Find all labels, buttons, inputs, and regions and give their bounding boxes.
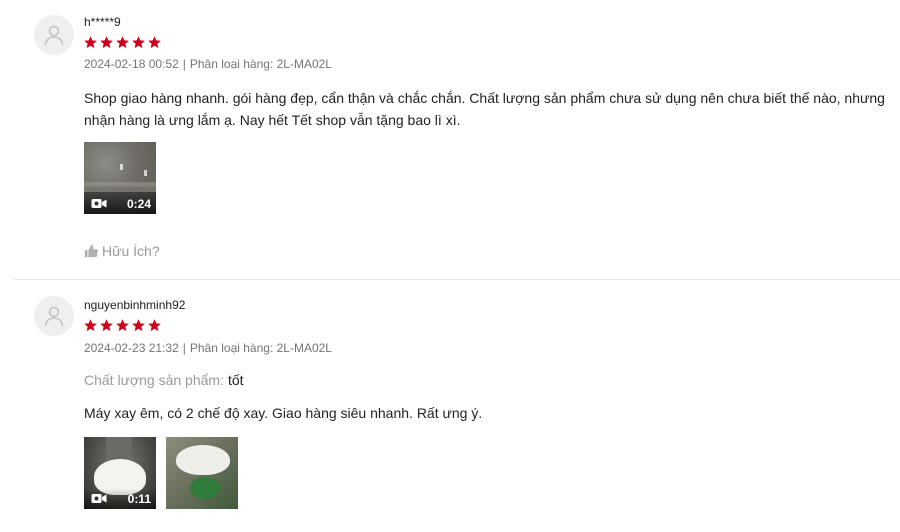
star-icon [99,318,114,333]
star-icon [83,35,98,50]
user-icon [44,25,64,46]
review-media: 0:24 [84,142,156,214]
review-meta: 2024-02-18 00:52 | Phân loại hàng: 2L-MA02… [84,57,332,71]
review-content: Shop giao hàng nhanh. gói hàng đẹp, cẩn … [84,87,894,131]
video-duration: 0:24 [126,197,151,211]
review-content-line: Shop giao hàng nhanh. gói hàng đẹp, cẩn … [84,90,885,106]
video-camera-icon [91,198,107,209]
star-icon [147,35,162,50]
meta-separator: | [182,341,186,355]
review-content-line: nhận hàng là ưng lắm ạ. Nay hết Tết shop… [84,112,461,128]
review-content: Máy xay êm, có 2 chế độ xay. Giao hàng s… [84,402,894,424]
quality-attribute: Chất lượng sản phẩm: tốt [84,372,244,388]
video-camera-icon [91,493,107,504]
video-thumbnail[interactable]: 0:11 [84,437,156,509]
user-avatar[interactable] [34,296,74,336]
quality-value: tốt [227,372,244,388]
review-date: 2024-02-18 00:52 [84,57,179,71]
video-duration: 0:11 [127,492,151,506]
star-icon [115,318,130,333]
user-avatar[interactable] [34,15,74,55]
star-icon [131,35,146,50]
review-divider [14,279,900,280]
video-thumbnail[interactable]: 0:24 [84,142,156,214]
star-icon [99,35,114,50]
helpful-label: Hữu Ích? [102,243,160,259]
star-icon [147,318,162,333]
reviewer-username: nguyenbinhminh92 [84,298,186,312]
star-icon [115,35,130,50]
user-icon [44,306,64,327]
review-media: 0:11 [84,437,238,509]
reviewer-username: h*****9 [84,15,121,29]
thumbs-up-icon [84,244,98,258]
quality-label: Chất lượng sản phẩm: [84,372,224,388]
product-variation: Phân loại hàng: 2L-MA02L [189,341,332,355]
helpful-button[interactable]: Hữu Ích? [84,243,160,259]
review-content-line: Máy xay êm, có 2 chế độ xay. Giao hàng s… [84,405,483,421]
image-thumbnail[interactable] [166,437,238,509]
star-icon [131,318,146,333]
review-date: 2024-02-23 21:32 [84,341,179,355]
meta-separator: | [182,57,186,71]
star-icon [83,318,98,333]
rating-stars [83,318,162,333]
review-meta: 2024-02-23 21:32 | Phân loại hàng: 2L-MA02… [84,341,332,355]
rating-stars [83,35,162,50]
product-variation: Phân loại hàng: 2L-MA02L [189,57,332,71]
